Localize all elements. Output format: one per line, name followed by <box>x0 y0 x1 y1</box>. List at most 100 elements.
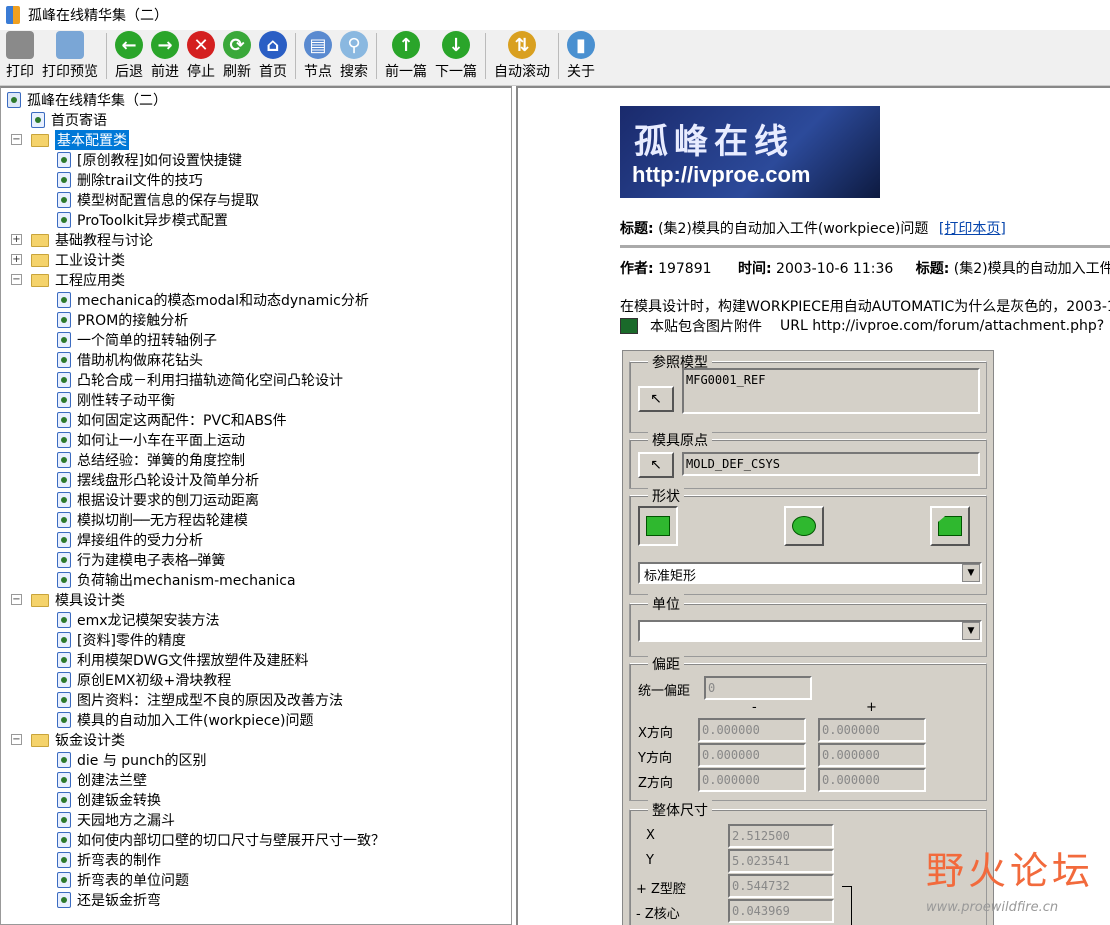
tree-item[interactable]: 摆线盘形凸轮设计及简单分析 <box>57 470 259 490</box>
toolbar-button-print-preview[interactable]: 打印预览 <box>38 31 102 85</box>
ref-model-field[interactable]: MFG0001_REF <box>682 368 980 414</box>
collapse-icon[interactable]: − <box>11 594 22 605</box>
tree-item[interactable]: 图片资料：注塑成型不良的原因及改善方法 <box>57 690 343 710</box>
dimension-field[interactable]: 0.043969 <box>728 899 834 923</box>
unit-select[interactable]: ▼ <box>638 620 982 642</box>
dimension-field[interactable]: 5.023541 <box>728 849 834 873</box>
tree-item-label: 创建钣金转换 <box>77 793 161 809</box>
select-ref-button[interactable]: ↖ <box>638 386 674 412</box>
node-icon: ▤ <box>304 31 332 59</box>
tree-item[interactable]: ProToolkit异步模式配置 <box>57 210 228 230</box>
chevron-down-icon[interactable]: ▼ <box>962 622 980 640</box>
cylinder-shape-button[interactable] <box>784 506 824 546</box>
shape-label: 形状 <box>648 486 684 506</box>
toolbar-button-down-arrow[interactable]: ↓ 下一篇 <box>431 31 481 85</box>
document-icon <box>57 392 71 408</box>
toolbar-button-up-arrow[interactable]: ↑ 前一篇 <box>381 31 431 85</box>
toolbar-button-forward-arrow[interactable]: → 前进 <box>147 31 183 85</box>
offset-minus-field[interactable]: 0.000000 <box>698 718 806 742</box>
expand-icon[interactable]: + <box>11 234 22 245</box>
uniform-offset-field[interactable]: 0 <box>704 676 812 700</box>
dimension-label: + Z型腔 <box>636 882 686 897</box>
tree-item[interactable]: 创建法兰壁 <box>57 770 147 790</box>
tree-item[interactable]: 凸轮合成－利用扫描轨迹简化空间凸轮设计 <box>57 370 343 390</box>
tree-folder[interactable]: + 基础教程与讨论 <box>11 230 153 250</box>
tree-item[interactable]: 如何让一小车在平面上运动 <box>57 430 245 450</box>
offset-minus-field[interactable]: 0.000000 <box>698 743 806 767</box>
tree-folder[interactable]: − 钣金设计类 <box>11 730 125 750</box>
tree-item[interactable]: 删除trail文件的技巧 <box>57 170 203 190</box>
tree-item[interactable]: 模拟切削──无方程齿轮建模 <box>57 510 248 530</box>
tree-item[interactable]: emx龙记模架安装方法 <box>57 610 220 630</box>
toolbar-button-search[interactable]: ⚲ 搜索 <box>336 31 372 85</box>
tree-item[interactable]: 孤峰在线精华集（二） <box>7 90 167 110</box>
tree-folder[interactable]: − 基本配置类 <box>11 130 129 150</box>
offset-label: 偏距 <box>648 654 684 674</box>
collapse-icon[interactable]: − <box>11 734 22 745</box>
document-icon <box>57 872 71 888</box>
tree-pane[interactable]: 孤峰在线精华集（二） 首页寄语 − 基本配置类 [原创教程]如何设置快捷键 删除trail… <box>0 86 512 925</box>
print-preview-icon <box>56 31 84 59</box>
chevron-down-icon[interactable]: ▼ <box>962 564 980 582</box>
offset-plus-field[interactable]: 0.000000 <box>818 768 926 792</box>
tree-item[interactable]: [资料]零件的精度 <box>57 630 186 650</box>
origin-field[interactable]: MOLD_DEF_CSYS <box>682 452 980 476</box>
tree-item[interactable]: 负荷输出mechanism-mechanica <box>57 570 296 590</box>
toolbar-button-back-arrow[interactable]: ← 后退 <box>111 31 147 85</box>
document-icon <box>57 352 71 368</box>
tree-item[interactable]: 如何使内部切口壁的切口尺寸与壁展开尺寸一致？ <box>57 830 385 850</box>
tree-item[interactable]: 模具的自动加入工件(workpiece)问题 <box>57 710 314 730</box>
collapse-icon[interactable]: − <box>11 134 22 145</box>
tree-item[interactable]: 焊接组件的受力分析 <box>57 530 203 550</box>
expand-icon[interactable]: + <box>11 254 22 265</box>
tree-item[interactable]: 利用模架DWG文件摆放塑件及建胚料 <box>57 650 308 670</box>
tree-item-label: 模具设计类 <box>55 593 125 609</box>
tree-item[interactable]: 首页寄语 <box>31 110 107 130</box>
toolbar-button-printer[interactable]: 打印 <box>2 31 38 85</box>
tree-item[interactable]: 折弯表的制作 <box>57 850 161 870</box>
dimension-field[interactable]: 2.512500 <box>728 824 834 848</box>
tree-folder[interactable]: − 工程应用类 <box>11 270 125 290</box>
rect-shape-button[interactable] <box>638 506 678 546</box>
tree-item-label: 凸轮合成－利用扫描轨迹简化空间凸轮设计 <box>77 373 343 389</box>
collapse-icon[interactable]: − <box>11 274 22 285</box>
offset-plus-field[interactable]: 0.000000 <box>818 718 926 742</box>
tree-item[interactable]: 还是钣金折弯 <box>57 890 161 910</box>
custom-shape-button[interactable] <box>930 506 970 546</box>
tree-item[interactable]: 借助机构做麻花钻头 <box>57 350 203 370</box>
toolbar-button-about-book[interactable]: ▮ 关于 <box>563 31 599 85</box>
tree-item-label: 刚性转子动平衡 <box>77 393 175 409</box>
tree-item[interactable]: 一个简单的扭转轴例子 <box>57 330 217 350</box>
tree-item[interactable]: 刚性转子动平衡 <box>57 390 175 410</box>
tree-item[interactable]: PROM的接触分析 <box>57 310 188 330</box>
tree-item[interactable]: 行为建模电子表格─弹簧 <box>57 550 225 570</box>
attachment-url[interactable]: URL http://ivproe.com/forum/attachment.p… <box>780 318 1104 334</box>
toolbar-button-node[interactable]: ▤ 节点 <box>300 31 336 85</box>
tree-folder[interactable]: + 工业设计类 <box>11 250 125 270</box>
toolbar-button-refresh[interactable]: ⟳ 刷新 <box>219 31 255 85</box>
tree-item[interactable]: [原创教程]如何设置快捷键 <box>57 150 242 170</box>
shape-select[interactable]: 标准矩形 ▼ <box>638 562 982 584</box>
tree-item[interactable]: 根据设计要求的刨刀运动距离 <box>57 490 259 510</box>
tree-item[interactable]: 折弯表的单位问题 <box>57 870 189 890</box>
print-page-link[interactable]: [打印本页] <box>939 221 1006 237</box>
tree-item[interactable]: 天园地方之漏斗 <box>57 810 175 830</box>
tree-item[interactable]: 模型树配置信息的保存与提取 <box>57 190 259 210</box>
toolbar-button-stop[interactable]: ✕ 停止 <box>183 31 219 85</box>
dimension-field[interactable]: 0.544732 <box>728 874 834 898</box>
content-pane[interactable]: 孤峰在线 http://ivproe.com 标题: (集2)模具的自动加入工件… <box>516 86 1110 925</box>
document-icon <box>57 892 71 908</box>
offset-plus-field[interactable]: 0.000000 <box>818 743 926 767</box>
tree-item[interactable]: mechanica的模态modal和动态dynamic分析 <box>57 290 369 310</box>
offset-minus-field[interactable]: 0.000000 <box>698 768 806 792</box>
tree-item[interactable]: 创建钣金转换 <box>57 790 161 810</box>
toolbar-button-home[interactable]: ⌂ 首页 <box>255 31 291 85</box>
select-origin-button[interactable]: ↖ <box>638 452 674 478</box>
tree-folder[interactable]: − 模具设计类 <box>11 590 125 610</box>
folder-icon <box>31 593 49 607</box>
tree-item[interactable]: 原创EMX初级+滑块教程 <box>57 670 231 690</box>
toolbar-button-auto-scroll[interactable]: ⇅ 自动滚动 <box>490 31 554 85</box>
tree-item[interactable]: 如何固定这两配件：PVC和ABS件 <box>57 410 287 430</box>
tree-item[interactable]: 总结经验：弹簧的角度控制 <box>57 450 245 470</box>
tree-item[interactable]: die 与 punch的区别 <box>57 750 207 770</box>
